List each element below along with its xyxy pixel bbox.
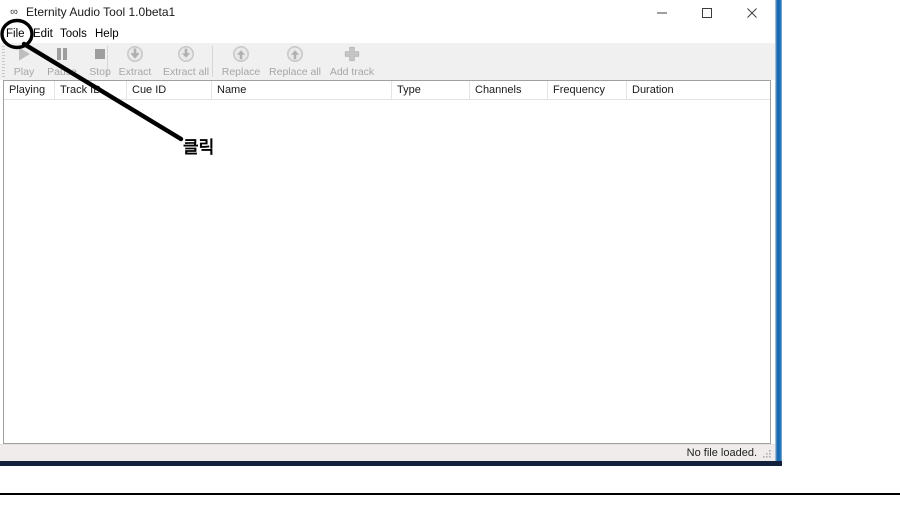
window-right-border <box>775 0 782 466</box>
title-bar: ∞ Eternity Audio Tool 1.0beta1 <box>0 0 775 27</box>
extract-button[interactable]: Extract <box>112 43 158 80</box>
column-header-duration[interactable]: Duration <box>627 81 770 99</box>
minimize-icon <box>657 12 667 14</box>
menu-item-file[interactable]: File <box>1 26 30 42</box>
maximize-button[interactable] <box>685 0 730 26</box>
window-title: Eternity Audio Tool 1.0beta1 <box>26 5 176 19</box>
extract-all-button[interactable]: Extract all <box>158 43 214 80</box>
plus-icon <box>343 45 361 63</box>
menu-item-help[interactable]: Help <box>90 26 124 42</box>
menu-item-tools[interactable]: Tools <box>55 26 92 42</box>
column-header-track-id[interactable]: Track ID <box>55 81 127 99</box>
play-button[interactable]: Play <box>5 43 43 80</box>
replace-all-button[interactable]: Replace all <box>265 43 325 80</box>
play-label: Play <box>13 66 35 78</box>
replace-label: Replace <box>221 66 261 78</box>
close-icon <box>747 8 757 18</box>
menu-item-edit[interactable]: Edit <box>28 26 58 42</box>
menu-bar: File Edit Tools Help <box>0 26 775 42</box>
status-bar: No file loaded. <box>0 444 775 461</box>
toolbar: Play Pause Stop Extract Extract all Repl… <box>0 42 775 80</box>
arrow-up-circle-icon <box>232 45 250 63</box>
play-icon <box>15 45 33 63</box>
column-header-cue-id[interactable]: Cue ID <box>127 81 212 99</box>
track-list-view[interactable]: Playing Track ID Cue ID Name Type Channe… <box>3 80 771 444</box>
extract-all-label: Extract all <box>162 66 210 78</box>
replace-all-label: Replace all <box>269 66 321 78</box>
track-list-body[interactable] <box>4 100 770 443</box>
annotation-label: 클릭 <box>183 138 215 157</box>
page-bottom-divider <box>0 493 900 495</box>
add-track-label: Add track <box>329 66 375 78</box>
pause-button[interactable]: Pause <box>43 43 81 80</box>
column-header-name[interactable]: Name <box>212 81 392 99</box>
maximize-icon <box>702 8 712 18</box>
close-button[interactable] <box>730 0 775 26</box>
resize-grip-icon[interactable] <box>762 449 772 459</box>
extract-label: Extract <box>118 66 152 78</box>
pause-label: Pause <box>47 66 77 78</box>
arrow-up-circle-icon <box>286 45 304 63</box>
arrow-down-circle-icon <box>177 45 195 63</box>
window-bottom-border <box>0 461 782 466</box>
status-message: No file loaded. <box>686 447 757 459</box>
stop-icon <box>91 45 109 63</box>
column-header-playing[interactable]: Playing <box>4 81 55 99</box>
infinity-icon: ∞ <box>10 6 18 18</box>
pause-icon <box>53 45 71 63</box>
column-header-channels[interactable]: Channels <box>470 81 548 99</box>
minimize-button[interactable] <box>640 0 685 26</box>
arrow-down-circle-icon <box>126 45 144 63</box>
application-window: ∞ Eternity Audio Tool 1.0beta1 File Edit… <box>0 0 782 466</box>
replace-button[interactable]: Replace <box>217 43 265 80</box>
column-header-frequency[interactable]: Frequency <box>548 81 627 99</box>
list-column-header-row: Playing Track ID Cue ID Name Type Channe… <box>4 81 770 100</box>
column-header-type[interactable]: Type <box>392 81 470 99</box>
add-track-button[interactable]: Add track <box>325 43 379 80</box>
